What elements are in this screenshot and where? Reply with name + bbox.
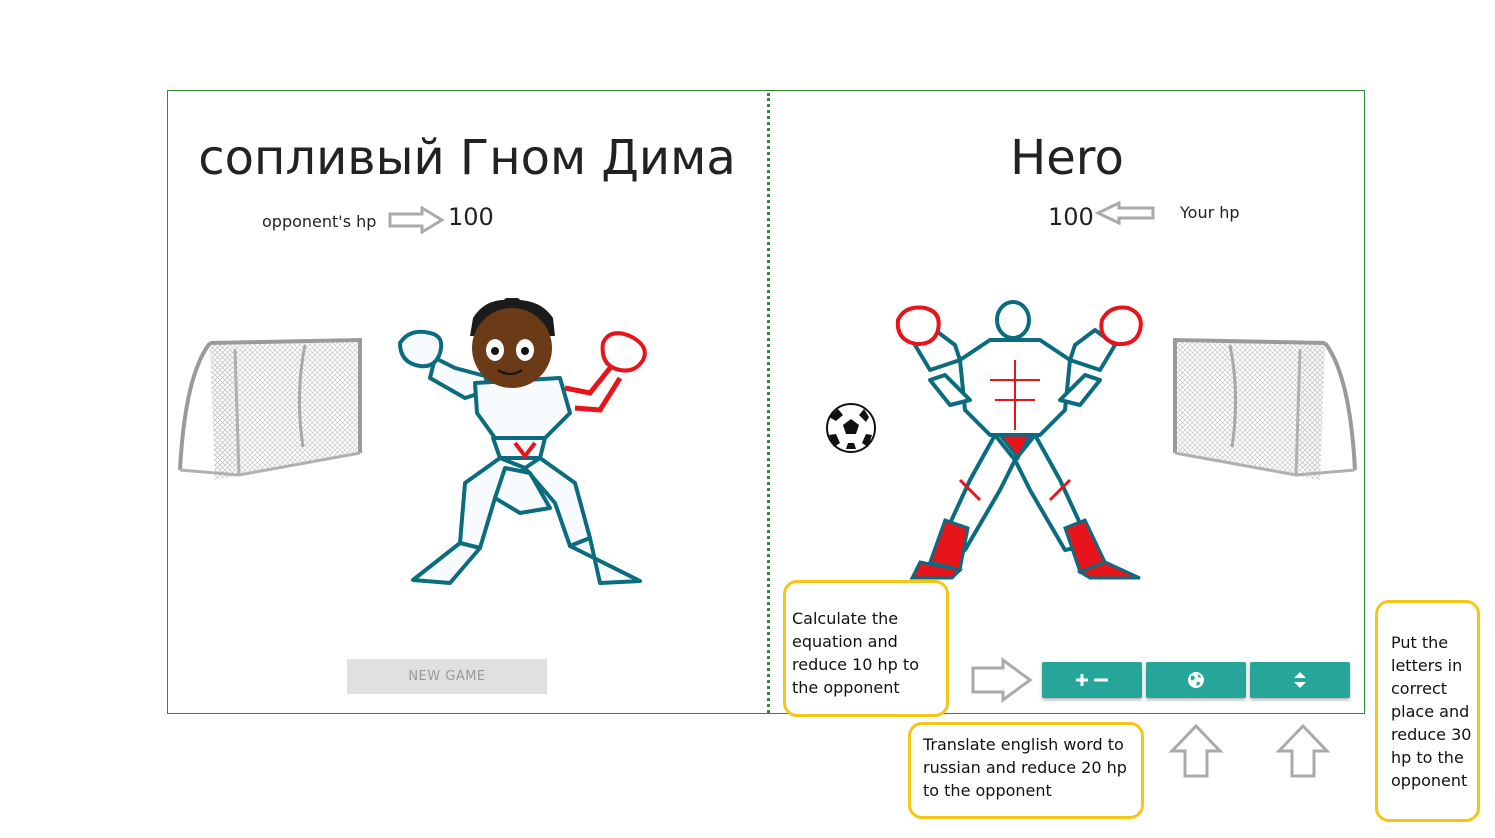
center-divider <box>767 93 770 713</box>
sort-button[interactable] <box>1250 662 1350 698</box>
translate-callout: Translate english word to russian and re… <box>908 722 1144 819</box>
hero-hp-label: Your hp <box>1180 203 1240 222</box>
arrow-right-icon <box>388 206 444 234</box>
opponent-character-image <box>398 298 647 585</box>
arrow-left-icon <box>1095 201 1155 225</box>
translate-callout-text: Translate english word to russian and re… <box>923 735 1127 800</box>
left-goal-image <box>178 337 362 480</box>
opponent-hp-value: 100 <box>448 203 494 231</box>
arrow-right-icon <box>971 657 1033 703</box>
letters-callout: Put the letters in correct place and red… <box>1375 600 1480 822</box>
translate-button[interactable] <box>1146 662 1246 698</box>
letters-callout-text: Put the letters in correct place and red… <box>1391 633 1472 790</box>
arrow-up-icon <box>1275 723 1331 778</box>
hero-name: Hero <box>1010 130 1124 186</box>
opponent-hp-label: opponent's hp <box>262 212 377 231</box>
new-game-button[interactable]: NEW GAME <box>347 659 547 694</box>
sort-arrows-icon <box>1294 672 1306 688</box>
globe-icon <box>1188 672 1204 688</box>
hero-hp-value: 100 <box>1048 203 1094 231</box>
soccer-ball-image <box>826 403 876 453</box>
math-callout: Calculate the equation and reduce 10 hp … <box>783 580 949 717</box>
right-goal-image <box>1173 337 1357 480</box>
arrow-up-icon <box>1168 723 1224 778</box>
hero-character-image <box>895 300 1143 580</box>
plus-minus-icon <box>1076 674 1108 686</box>
math-callout-text: Calculate the equation and reduce 10 hp … <box>792 609 919 697</box>
math-button[interactable] <box>1042 662 1142 698</box>
opponent-name: сопливый Гном Дима <box>198 130 736 186</box>
